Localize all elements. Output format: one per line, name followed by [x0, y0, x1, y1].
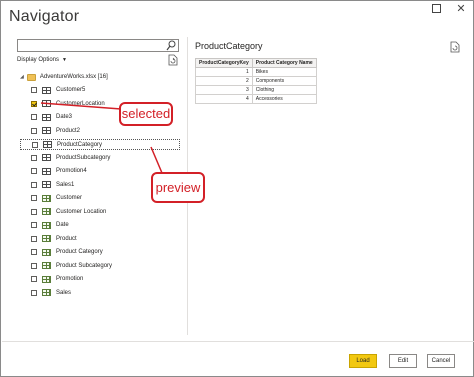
callout-preview: preview [151, 172, 205, 203]
tree-item[interactable]: Product Subcategory [31, 261, 180, 271]
tree-item-label: Product Subcategory [56, 262, 113, 269]
search-input[interactable] [18, 46, 158, 58]
close-button[interactable]: ✕ [454, 2, 468, 16]
table-row: 4 Accessories [195, 94, 317, 104]
table-cell: 3 [195, 85, 253, 95]
tree-item-label: Product [56, 235, 77, 242]
tree-item-label: Product2 [56, 127, 81, 134]
tree-item-label: Customer [56, 195, 83, 201]
tree-item[interactable]: Customer5 [31, 85, 180, 95]
table-cell: 2 [195, 76, 253, 86]
tree-item-label: Date3 [56, 114, 73, 120]
tree-item-label: Date [56, 222, 69, 228]
tree-item-checkbox[interactable] [31, 168, 37, 174]
table-row: 1 Bikes [195, 67, 317, 77]
tree-item[interactable]: ProductSubcategory [31, 153, 180, 163]
sheet-icon [42, 262, 51, 269]
tree-item-checkbox[interactable] [31, 127, 37, 134]
navigator-window: Navigator ✕ Display Options ▼ ◢ Adventure… [0, 0, 474, 377]
display-options-dropdown[interactable]: Display Options ▼ [17, 57, 67, 63]
tree-item[interactable]: Customer Location [31, 207, 180, 217]
tree-item-label: Customer5 [56, 87, 86, 93]
tree-item-checkbox[interactable] [31, 114, 37, 120]
footer-divider [2, 341, 474, 342]
tree-item-label: CustomerLocation [56, 100, 105, 107]
maximize-icon [431, 4, 441, 13]
tree-item-label: Promotion4 [56, 168, 87, 174]
tree-item-checkbox[interactable] [31, 195, 37, 201]
tree-item-label: Sales1 [56, 181, 75, 188]
sheet-icon [42, 194, 51, 202]
edit-button[interactable]: Edit [389, 354, 417, 368]
tree-item-checkbox[interactable] [31, 208, 37, 215]
table-cell: 4 [195, 94, 253, 104]
tree-item[interactable]: Promotion [31, 274, 180, 284]
display-options-label: Display Options [17, 57, 60, 63]
table-icon [42, 154, 51, 161]
tree-item[interactable]: Product Category [31, 247, 180, 257]
table-cell: Accessories [251, 94, 317, 104]
tree-item-checkbox[interactable] [31, 262, 37, 269]
tree-item-checkbox[interactable] [31, 235, 37, 242]
folder-icon [26, 73, 36, 81]
tree-item-label: Product Category [56, 249, 103, 255]
tree-item-checkbox[interactable] [31, 222, 37, 228]
expand-icon[interactable]: ◢ [20, 74, 24, 80]
preview-table: ProductCategoryKey Product Category Name … [195, 58, 317, 104]
tree-item-label: Promotion [56, 276, 84, 282]
tree-item-label: ProductSubcategory [56, 154, 111, 161]
table-icon [43, 141, 52, 148]
tree-item-checkbox[interactable] [31, 181, 37, 188]
table-cell: Clothing [251, 85, 317, 95]
search-box[interactable] [17, 39, 179, 58]
tree-item[interactable]: Sales [31, 288, 180, 298]
tree-item-checkbox[interactable] [31, 87, 37, 93]
tree-item-checkbox[interactable] [31, 154, 37, 161]
sheet-icon [42, 289, 51, 296]
chevron-down-icon: ▼ [62, 57, 67, 63]
preview-title: ProductCategory [195, 41, 263, 51]
tree-item[interactable]: ProductCategory [20, 139, 180, 150]
sheet-icon [42, 208, 51, 215]
maximize-button[interactable] [429, 2, 443, 16]
tree-item-checkbox[interactable] [31, 249, 37, 255]
table-icon [42, 127, 51, 134]
sheet-icon [42, 221, 51, 229]
tree-item-label: Sales [56, 289, 72, 296]
callout-selected: selected [119, 102, 173, 126]
load-button[interactable]: Load [349, 354, 377, 368]
preview-options-icon[interactable] [450, 41, 460, 53]
table-row: 2 Components [195, 76, 317, 86]
table-icon [42, 86, 51, 94]
cancel-button[interactable]: Cancel [427, 354, 455, 368]
tree-item[interactable]: Product [31, 234, 180, 244]
tree-item[interactable]: Product2 [31, 126, 180, 136]
table-row: 3 Clothing [195, 85, 317, 95]
table-cell: 1 [195, 67, 253, 77]
table-header-cell: Product Category Name [251, 58, 317, 68]
search-icon[interactable] [166, 40, 176, 51]
table-icon [42, 167, 51, 175]
sheet-icon [42, 235, 51, 242]
table-icon [42, 181, 51, 188]
tree-root-workbook[interactable]: ◢ AdventureWorks.xlsx [16] [20, 72, 108, 82]
table-cell: Components [251, 76, 317, 86]
window-title: Navigator [9, 8, 80, 25]
refresh-icon[interactable] [168, 54, 178, 66]
sheet-icon [42, 275, 51, 283]
tree-item-checkbox[interactable] [31, 289, 37, 296]
tree-item-checkbox[interactable] [31, 100, 37, 107]
tree-item-checkbox[interactable] [31, 276, 37, 282]
tree-item-label: ProductCategory [57, 141, 103, 148]
tree-item-label: Customer Location [56, 208, 107, 215]
tree-root-label: AdventureWorks.xlsx [16] [39, 74, 108, 80]
table-cell: Bikes [251, 67, 317, 77]
tree-item-checkbox[interactable] [32, 141, 38, 148]
table-header-cell: ProductCategoryKey [195, 58, 253, 68]
sheet-icon [42, 248, 51, 256]
tree-item[interactable]: Date [31, 220, 180, 230]
table-icon [42, 113, 51, 121]
table-icon [42, 100, 51, 107]
